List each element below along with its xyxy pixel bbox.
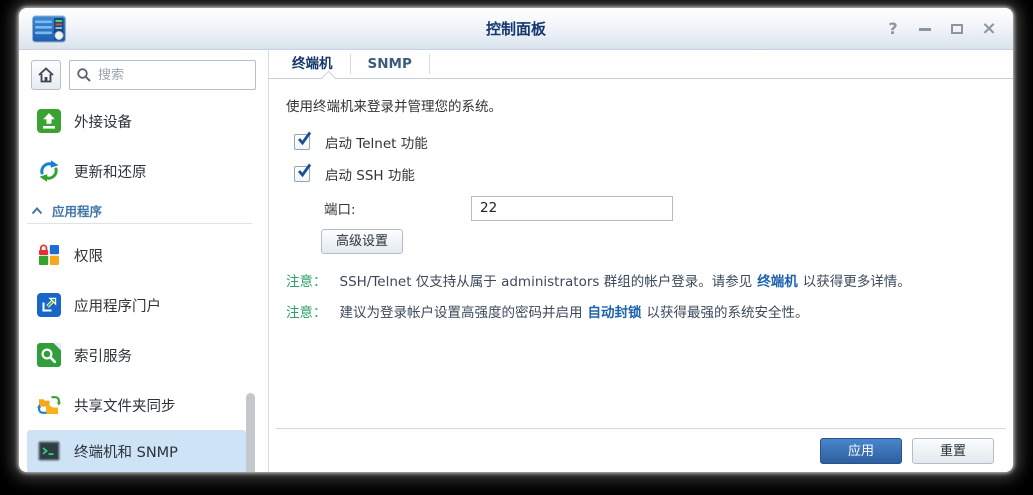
advanced-settings-button[interactable]: 高级设置 bbox=[321, 229, 403, 254]
port-label: 端口: bbox=[324, 198, 471, 218]
sidebar-item-privileges[interactable]: 权限 bbox=[27, 230, 246, 280]
sidebar-section-applications[interactable]: 应用程序 bbox=[27, 200, 252, 224]
maximize-icon[interactable] bbox=[949, 21, 965, 37]
window-title: 控制面板 bbox=[19, 8, 1013, 50]
note-prefix: 注意： bbox=[286, 305, 327, 322]
search-box bbox=[69, 60, 256, 90]
sidebar-item-label: 索引服务 bbox=[74, 345, 132, 366]
app-portal-icon bbox=[37, 293, 61, 317]
sidebar-toolbar bbox=[19, 50, 268, 90]
external-device-icon bbox=[37, 109, 61, 133]
terminal-panel: 使用终端机来登录并管理您的系统。 启动 Telnet 功能 bbox=[269, 79, 1013, 322]
terminal-icon bbox=[37, 439, 61, 463]
telnet-checkbox[interactable] bbox=[294, 134, 310, 150]
minimize-icon[interactable] bbox=[917, 21, 933, 37]
checkmark-icon bbox=[296, 130, 313, 147]
window-controls: ? × bbox=[885, 8, 997, 50]
update-restore-icon bbox=[37, 159, 61, 183]
sidebar-item-application-portal[interactable]: 应用程序门户 bbox=[27, 280, 246, 330]
help-icon[interactable]: ? bbox=[885, 21, 901, 37]
shared-folder-sync-icon bbox=[37, 393, 61, 417]
chevron-up-icon bbox=[31, 206, 43, 215]
checkmark-icon bbox=[296, 162, 313, 179]
sidebar: 外接设备 更新和还原 应用程序 bbox=[19, 50, 269, 472]
search-input[interactable] bbox=[69, 60, 256, 90]
ssh-checkbox-row[interactable]: 启动 SSH 功能 bbox=[294, 163, 1013, 185]
sidebar-item-label: 终端机和 SNMP bbox=[74, 441, 178, 462]
sidebar-item-label: 应用程序门户 bbox=[74, 295, 161, 316]
reset-button[interactable]: 重置 bbox=[912, 438, 994, 464]
note-password-strength: 注意： 建议为登录帐户设置高强度的密码并启用自动封锁以获得最强的系统安全性。 bbox=[286, 305, 991, 322]
ssh-checkbox-label: 启动 SSH 功能 bbox=[325, 164, 415, 184]
home-icon bbox=[36, 65, 56, 85]
home-button[interactable] bbox=[31, 60, 61, 90]
sidebar-item-external-devices[interactable]: 外接设备 bbox=[27, 96, 246, 146]
sidebar-section-label: 应用程序 bbox=[52, 201, 102, 220]
privileges-icon bbox=[37, 243, 61, 267]
footer: 应用 重置 bbox=[269, 428, 1013, 472]
sidebar-item-label: 外接设备 bbox=[74, 111, 132, 132]
footer-buttons: 应用 重置 bbox=[269, 430, 1013, 464]
sidebar-item-shared-folder-sync[interactable]: 共享文件夹同步 bbox=[27, 380, 246, 430]
telnet-checkbox-row[interactable]: 启动 Telnet 功能 bbox=[294, 131, 1013, 153]
sidebar-item-update-restore[interactable]: 更新和还原 bbox=[27, 146, 246, 196]
apply-button[interactable]: 应用 bbox=[820, 438, 902, 464]
main-layout: 外接设备 更新和还原 应用程序 bbox=[19, 50, 1013, 472]
port-row: 端口: bbox=[324, 195, 1013, 221]
content-pane: 终端机 SNMP 使用终端机来登录并管理您的系统。 启动 Telnet 功能 bbox=[269, 50, 1013, 472]
sidebar-item-indexing-service[interactable]: 索引服务 bbox=[27, 330, 246, 380]
note-prefix: 注意： bbox=[286, 274, 327, 291]
tab-snmp[interactable]: SNMP bbox=[351, 54, 430, 74]
sidebar-item-label: 共享文件夹同步 bbox=[74, 395, 176, 416]
titlebar: 控制面板 ? × bbox=[19, 8, 1013, 50]
close-icon[interactable]: × bbox=[981, 21, 997, 37]
sidebar-scrollbar-thumb[interactable] bbox=[246, 393, 255, 472]
sidebar-item-terminal-snmp[interactable]: 终端机和 SNMP bbox=[27, 430, 246, 472]
sidebar-item-label: 更新和还原 bbox=[74, 161, 147, 182]
port-input[interactable] bbox=[471, 196, 673, 221]
tab-terminal[interactable]: 终端机 bbox=[275, 54, 351, 74]
panel-description: 使用终端机来登录并管理您的系统。 bbox=[286, 95, 1013, 115]
search-icon bbox=[76, 67, 92, 87]
note-admin-login: 注意： SSH/Telnet 仅支持从属于 administrators 群组的… bbox=[286, 274, 991, 291]
telnet-checkbox-label: 启动 Telnet 功能 bbox=[325, 132, 428, 152]
terminal-help-link[interactable]: 终端机 bbox=[757, 274, 798, 290]
note-text: SSH/Telnet 仅支持从属于 administrators 群组的帐户登录… bbox=[340, 274, 911, 291]
auto-block-link[interactable]: 自动封锁 bbox=[588, 305, 642, 321]
tab-strip: 终端机 SNMP bbox=[269, 50, 1013, 79]
control-panel-window: 控制面板 ? × bbox=[19, 8, 1013, 472]
indexing-service-icon bbox=[37, 343, 61, 367]
ssh-checkbox[interactable] bbox=[294, 166, 310, 182]
sidebar-item-label: 权限 bbox=[74, 245, 103, 266]
note-text: 建议为登录帐户设置高强度的密码并启用自动封锁以获得最强的系统安全性。 bbox=[340, 305, 809, 322]
sidebar-items: 外接设备 更新和还原 应用程序 bbox=[19, 90, 268, 472]
